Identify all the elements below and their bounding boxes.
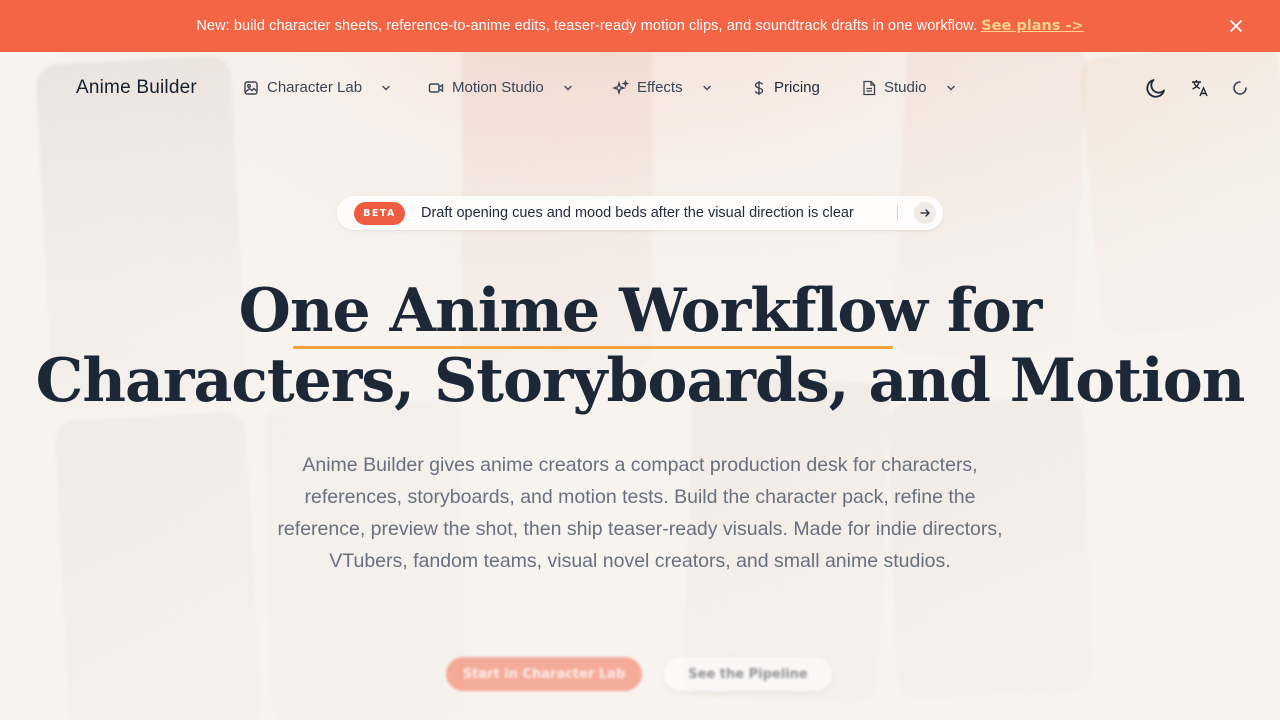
loading-spinner-icon — [1232, 76, 1248, 100]
nav-item-label: Studio — [884, 79, 927, 96]
beta-pill-text: Draft opening cues and mood beds after t… — [421, 205, 854, 221]
nav-item-label: Motion Studio — [452, 79, 544, 96]
sparkles-icon — [613, 79, 629, 96]
beta-badge: BETA — [354, 201, 405, 225]
headline-line-2: Characters, Storyboards, and Motion — [35, 346, 1246, 416]
headline-underline — [293, 346, 893, 349]
nav-item-label: Pricing — [774, 79, 820, 96]
start-character-lab-button[interactable]: Start in Character Lab — [446, 657, 642, 691]
chevron-down-icon — [945, 82, 957, 94]
top-navigation: Anime Builder Character Lab Motion Studi… — [0, 52, 1280, 124]
cta-row: Start in Character Lab See the Pipeline — [0, 657, 1280, 693]
translate-icon[interactable] — [1190, 76, 1210, 100]
nav-item-studio[interactable]: Studio — [862, 79, 957, 96]
nav-item-motion-studio[interactable]: Motion Studio — [428, 79, 574, 96]
nav-item-character-lab[interactable]: Character Lab — [243, 79, 392, 96]
headline-line-1: One Anime Workflow for — [238, 276, 1043, 346]
pill-divider — [897, 205, 898, 221]
dollar-icon — [752, 80, 766, 96]
beta-announcement-pill[interactable]: BETA Draft opening cues and mood beds af… — [337, 196, 943, 230]
announcement-message: New: build character sheets, reference-t… — [196, 18, 978, 34]
hero-description: Anime Builder gives anime creators a com… — [277, 454, 1003, 572]
chevron-down-icon — [562, 82, 574, 94]
nav-item-label: Character Lab — [267, 79, 363, 96]
nav-item-label: Effects — [637, 79, 683, 96]
document-icon — [862, 80, 876, 96]
moon-icon[interactable] — [1144, 76, 1168, 100]
chevron-down-icon — [380, 82, 392, 94]
see-pipeline-label: See the Pipeline — [688, 666, 808, 682]
chevron-down-icon — [701, 82, 713, 94]
close-icon[interactable] — [1228, 18, 1244, 34]
brand-logo[interactable]: Anime Builder — [76, 77, 197, 99]
see-pipeline-button[interactable]: See the Pipeline — [664, 657, 832, 691]
nav-item-pricing[interactable]: Pricing — [752, 79, 820, 96]
see-plans-link[interactable]: See plans -> — [981, 18, 1083, 34]
start-character-lab-label: Start in Character Lab — [462, 666, 626, 682]
image-icon — [243, 80, 259, 96]
announcement-bar: New: build character sheets, reference-t… — [0, 0, 1280, 52]
page-title: One Anime Workflow for Characters, Story… — [0, 276, 1280, 416]
nav-item-effects[interactable]: Effects — [613, 79, 713, 96]
arrow-right-icon[interactable] — [914, 202, 936, 224]
video-camera-icon — [428, 80, 444, 96]
